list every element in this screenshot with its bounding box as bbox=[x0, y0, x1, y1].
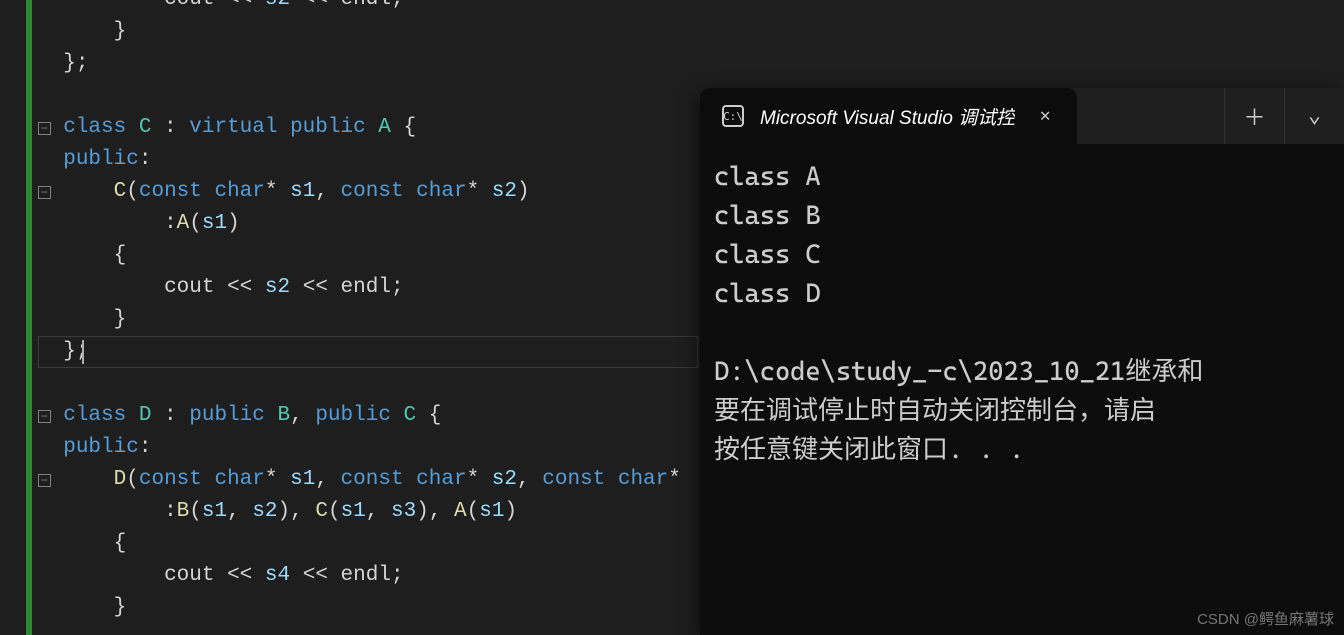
code-line[interactable]: D(const char* s1, const char* s2, const … bbox=[38, 464, 681, 496]
code-line[interactable]: class D : public B, public C { bbox=[38, 400, 441, 432]
code-line[interactable]: cout << s4 << endl; bbox=[38, 560, 404, 592]
debug-console-window: C:\ Microsoft Visual Studio 调试控 ✕ ＋ ⌄ cl… bbox=[700, 88, 1344, 635]
tab-dropdown-button[interactable]: ⌄ bbox=[1284, 88, 1344, 144]
console-titlebar[interactable]: C:\ Microsoft Visual Studio 调试控 ✕ ＋ ⌄ bbox=[700, 88, 1344, 144]
fold-toggle-icon[interactable] bbox=[38, 122, 51, 135]
fold-toggle-icon[interactable] bbox=[38, 474, 51, 487]
active-line-highlight bbox=[38, 336, 698, 368]
fold-gutter[interactable] bbox=[38, 0, 58, 635]
code-line[interactable]: class C : virtual public A { bbox=[38, 112, 416, 144]
code-line[interactable]: :B(s1, s2), C(s1, s3), A(s1) bbox=[38, 496, 517, 528]
code-line[interactable]: cout << s2 << endl; bbox=[38, 272, 404, 304]
watermark: CSDN @鳄鱼麻薯球 bbox=[1197, 608, 1334, 629]
fold-toggle-icon[interactable] bbox=[38, 410, 51, 423]
fold-toggle-icon[interactable] bbox=[38, 186, 51, 199]
code-line[interactable]: cout << s2 << endl; bbox=[38, 0, 404, 16]
console-tab[interactable]: C:\ Microsoft Visual Studio 调试控 ✕ bbox=[700, 88, 1077, 144]
new-tab-button[interactable]: ＋ bbox=[1224, 88, 1284, 144]
tab-close-button[interactable]: ✕ bbox=[1031, 102, 1059, 130]
text-cursor bbox=[82, 340, 84, 364]
code-line[interactable]: C(const char* s1, const char* s2) bbox=[38, 176, 530, 208]
console-output[interactable]: class A class B class C class D D:\code\… bbox=[700, 144, 1344, 470]
code-line[interactable]: :A(s1) bbox=[38, 208, 240, 240]
terminal-icon: C:\ bbox=[722, 105, 744, 127]
console-tab-title: Microsoft Visual Studio 调试控 bbox=[760, 103, 1015, 130]
change-gutter bbox=[26, 0, 32, 635]
